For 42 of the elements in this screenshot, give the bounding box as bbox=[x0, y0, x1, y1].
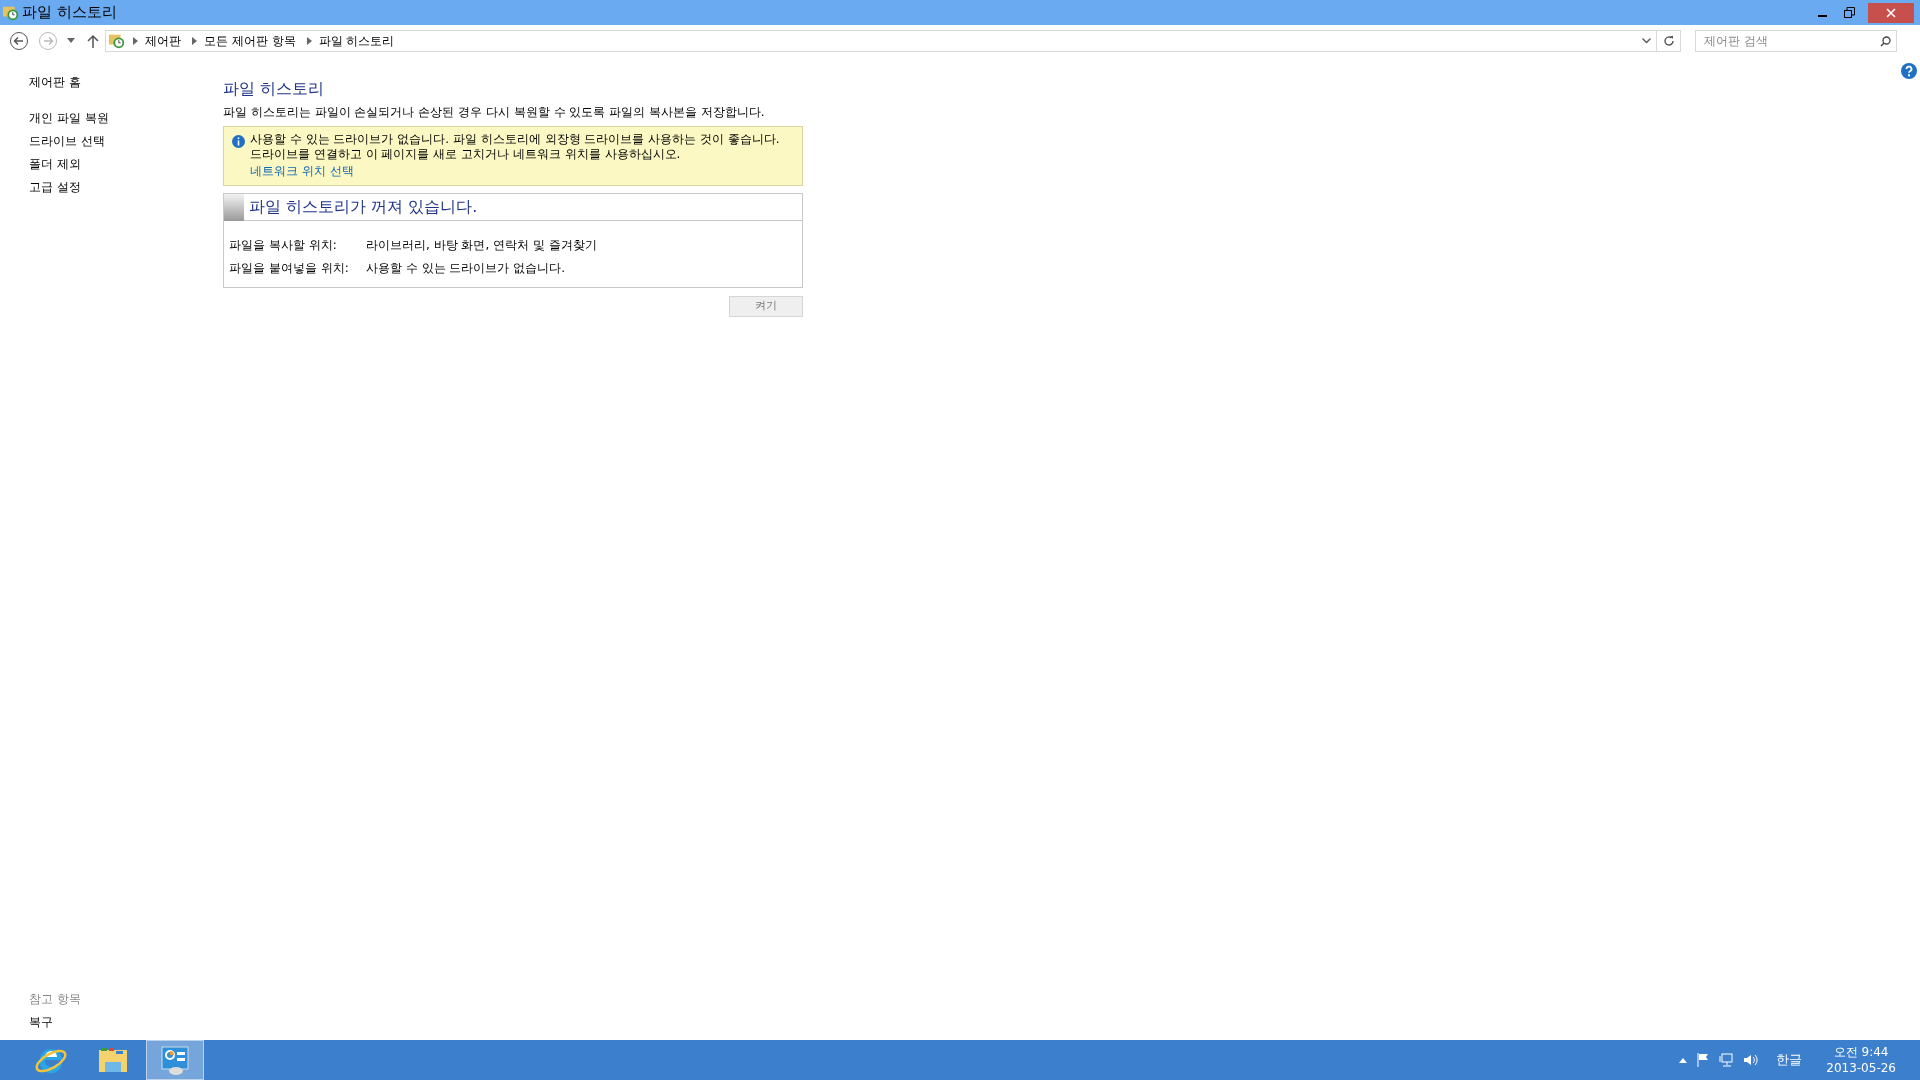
chevron-icon[interactable] bbox=[306, 37, 312, 45]
search-icon[interactable] bbox=[1880, 36, 1891, 47]
info-icon bbox=[232, 135, 245, 148]
sidebar-link[interactable]: 복구 bbox=[29, 1011, 81, 1034]
network-location-link[interactable]: 네트워크 위치 선택 bbox=[250, 162, 780, 180]
status-value: 라이브러리, 바탕 화면, 연락처 및 즐겨찾기 bbox=[366, 237, 598, 254]
address-bar[interactable]: 제어판 모든 제어판 항목 파일 히스토리 bbox=[105, 30, 1681, 52]
breadcrumb[interactable]: 제어판 bbox=[145, 32, 181, 50]
status-label: 파일을 붙여넣을 위치: bbox=[229, 260, 350, 277]
clock-time[interactable]: 오전 9:44 bbox=[1833, 1044, 1889, 1060]
sidebar-link[interactable]: 제어판 홈 bbox=[29, 71, 223, 94]
status-value: 사용할 수 있는 드라이브가 없습니다. bbox=[366, 260, 567, 277]
breadcrumb[interactable]: 파일 히스토리 bbox=[318, 32, 395, 50]
chevron-icon[interactable] bbox=[133, 37, 138, 45]
volume-icon[interactable] bbox=[1743, 1053, 1760, 1067]
back-icon[interactable] bbox=[9, 31, 29, 51]
show-hidden-icon[interactable] bbox=[1679, 1057, 1688, 1063]
page-title: 파일 히스토리 bbox=[223, 78, 326, 100]
clock-date[interactable]: 2013-05-26 bbox=[1826, 1060, 1896, 1076]
taskbar-app-icon[interactable] bbox=[146, 1040, 204, 1080]
flag-icon[interactable] bbox=[1697, 1053, 1710, 1067]
close-icon[interactable] bbox=[1868, 2, 1914, 23]
notice-text: 드라이브를 연결하고 이 페이지를 새로 고치거나 네트워크 위치를 사용하십시오. bbox=[250, 147, 682, 162]
status-label: 파일을 복사할 위치: bbox=[229, 237, 338, 254]
network-icon[interactable] bbox=[1719, 1053, 1734, 1067]
breadcrumb[interactable]: 모든 제어판 항목 bbox=[204, 32, 296, 50]
sidebar-link[interactable]: 드라이브 선택 bbox=[29, 130, 223, 153]
dropdown-icon[interactable] bbox=[67, 38, 75, 44]
up-icon[interactable] bbox=[87, 34, 99, 48]
see-also-heading: 참고 항목 bbox=[29, 991, 81, 1008]
location-icon bbox=[108, 32, 126, 50]
status-title: 파일 히스토리가 꺼져 있습니다. bbox=[249, 196, 478, 218]
chevron-icon[interactable] bbox=[192, 37, 197, 45]
sidebar-link[interactable]: 개인 파일 복원 bbox=[29, 107, 223, 130]
notice-text: 사용할 수 있는 드라이브가 없습니다. 파일 히스토리에 외장형 드라이브를 사용하는 것이 좋습니다. bbox=[250, 132, 780, 147]
description-text: 파일 히스토리는 파일이 손실되거나 손상된 경우 다시 복원할 수 있도록 파일의 복사본을 저장합니다. bbox=[223, 104, 766, 121]
help-icon[interactable] bbox=[1901, 63, 1917, 79]
search-field[interactable]: 제어판 검색 bbox=[1695, 30, 1897, 52]
sidebar-link[interactable]: 폴더 제외 bbox=[29, 153, 223, 176]
window-title: 파일 히스토리 bbox=[22, 2, 117, 24]
input-method-indicator[interactable]: 한글 bbox=[1776, 1050, 1803, 1070]
sidebar-link[interactable]: 고급 설정 bbox=[29, 176, 223, 199]
